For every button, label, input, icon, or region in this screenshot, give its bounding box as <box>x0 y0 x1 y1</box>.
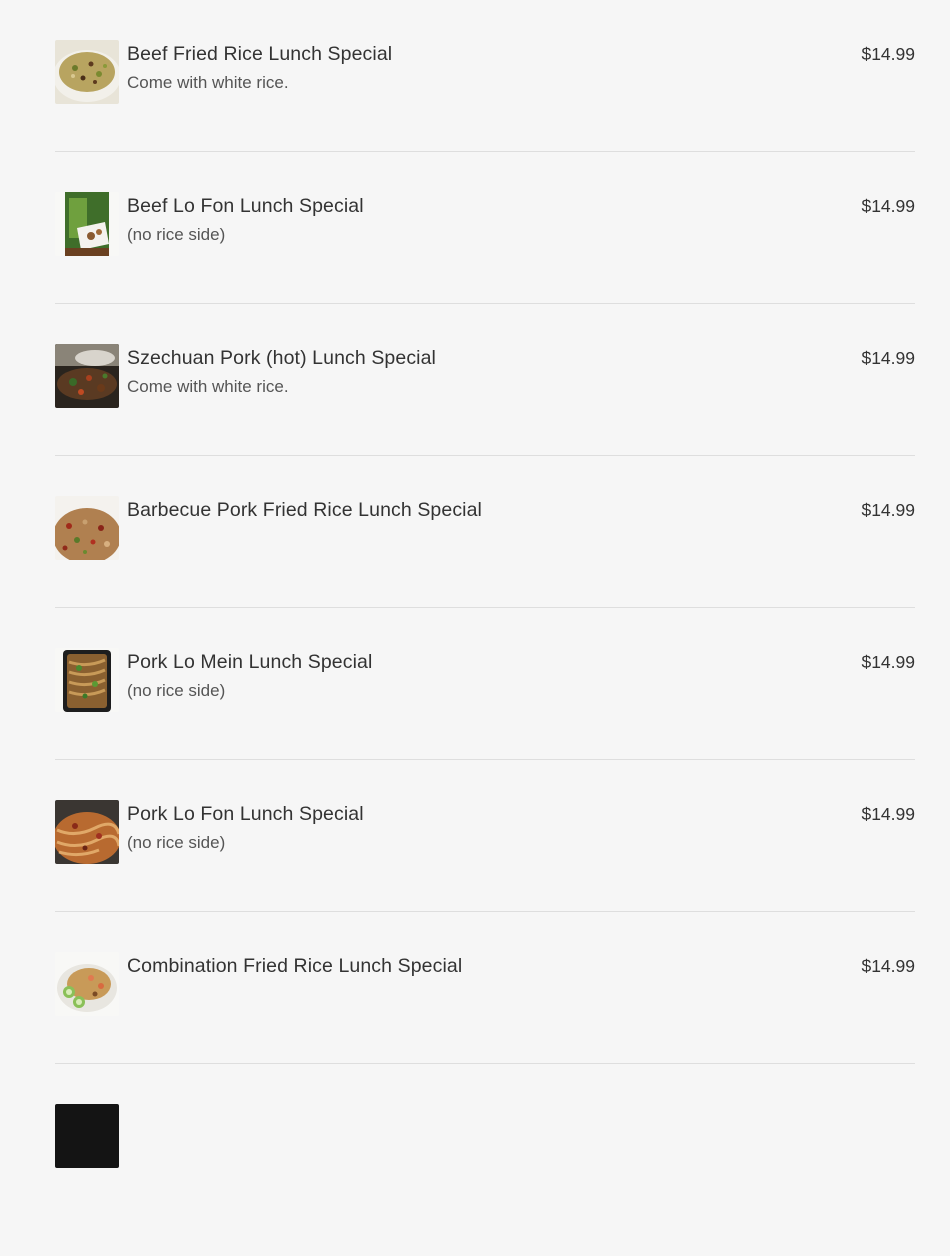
divider <box>55 455 915 456</box>
item-price: $14.99 <box>861 956 915 976</box>
pork-lo-fon-image[interactable] <box>55 800 119 864</box>
pork-lo-mein-image[interactable] <box>55 648 119 712</box>
item-price: $14.99 <box>861 44 915 64</box>
item-price: $14.99 <box>861 652 915 672</box>
item-name: Beef Lo Fon Lunch Special <box>127 195 364 217</box>
item-name: Pork Lo Mein Lunch Special <box>127 651 373 673</box>
combination-fried-rice-image[interactable] <box>55 952 119 1016</box>
item-name: Combination Fried Rice Lunch Special <box>127 955 463 977</box>
divider <box>55 1063 915 1064</box>
menu-item-image[interactable] <box>55 1104 119 1168</box>
divider <box>55 303 915 304</box>
item-price: $14.99 <box>861 500 915 520</box>
item-description: Come with white rice. <box>127 377 289 396</box>
item-price: $14.99 <box>861 348 915 368</box>
beef-fried-rice-image[interactable] <box>55 40 119 104</box>
menu-item-combination-fried-rice[interactable]: Combination Fried Rice Lunch Special $14… <box>55 952 915 1104</box>
item-price: $14.99 <box>861 804 915 824</box>
item-name: Barbecue Pork Fried Rice Lunch Special <box>127 499 482 521</box>
menu-list: Beef Fried Rice Lunch Special Come with … <box>55 40 915 1256</box>
item-description: (no rice side) <box>127 681 226 700</box>
beef-lo-fon-image[interactable] <box>55 192 119 256</box>
bbq-pork-fried-rice-image[interactable] <box>55 496 119 560</box>
menu-item-bbq-pork-fried-rice[interactable]: Barbecue Pork Fried Rice Lunch Special $… <box>55 496 915 648</box>
divider <box>55 151 915 152</box>
menu-item-pork-lo-mein[interactable]: Pork Lo Mein Lunch Special (no rice side… <box>55 648 915 800</box>
item-description: Come with white rice. <box>127 73 289 92</box>
menu-item-beef-fried-rice[interactable]: Beef Fried Rice Lunch Special Come with … <box>55 40 915 192</box>
menu-item-pork-lo-fon[interactable]: Pork Lo Fon Lunch Special (no rice side)… <box>55 800 915 952</box>
divider <box>55 759 915 760</box>
divider <box>55 607 915 608</box>
item-description: (no rice side) <box>127 833 226 852</box>
item-name: Szechuan Pork (hot) Lunch Special <box>127 347 436 369</box>
item-description: (no rice side) <box>127 225 226 244</box>
item-name: Beef Fried Rice Lunch Special <box>127 43 393 65</box>
szechuan-pork-image[interactable] <box>55 344 119 408</box>
item-name: Pork Lo Fon Lunch Special <box>127 803 364 825</box>
item-price: $14.99 <box>861 196 915 216</box>
menu-item-partial[interactable] <box>55 1104 915 1256</box>
menu-item-szechuan-pork[interactable]: Szechuan Pork (hot) Lunch Special Come w… <box>55 344 915 496</box>
divider <box>55 911 915 912</box>
menu-item-beef-lo-fon[interactable]: Beef Lo Fon Lunch Special (no rice side)… <box>55 192 915 344</box>
